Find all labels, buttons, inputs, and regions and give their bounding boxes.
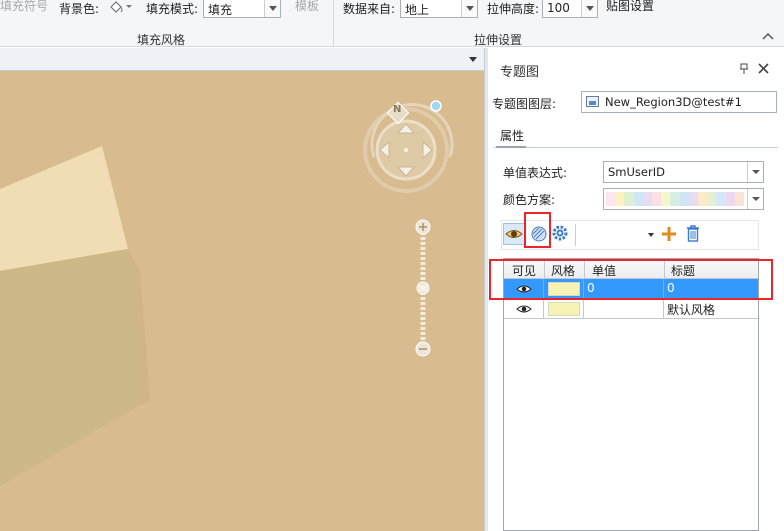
table-row[interactable]: 默认风格 [504,299,758,319]
color-ramp-swatch [633,192,643,206]
chevron-down-icon[interactable] [264,0,280,17]
fill-mode-label: 填充模式: [146,2,199,16]
delete-icon[interactable] [685,225,701,245]
extrude-height-value: 100 [547,1,570,15]
north-label-icon: N [393,104,402,115]
close-icon[interactable] [758,63,769,77]
color-ramp-swatch [688,192,699,206]
fill-mode-select[interactable]: 填充 [203,0,281,18]
ribbon: 填充符号 背景色: 填充模式: 填充 模板 填充风格 数据来自: 地上 拉伸高度… [0,0,784,47]
document-tabstrip [0,48,484,71]
extrude-height-select[interactable]: 100 [542,0,598,18]
color-ramp-swatch [606,192,616,206]
data-source-value: 地上 [405,3,430,17]
zoom-slider[interactable] [412,219,434,361]
fill-mode-value: 填充 [208,3,233,17]
color-ramp-swatch [642,192,653,206]
expression-value: SmUserID [608,165,665,179]
style-swatch[interactable] [548,302,580,316]
tab-properties[interactable]: 属性 [500,127,524,144]
color-ramp-swatch [615,192,625,206]
scene-view[interactable]: N [0,71,484,531]
color-ramp-swatch [652,192,662,206]
data-source-label: 数据来自: [343,2,396,16]
chevron-down-icon[interactable] [747,162,763,182]
tab-list-dropdown-icon[interactable] [469,57,477,62]
toolbar-separator [575,224,576,246]
group-separator [333,0,334,46]
panel-title: 专题图 [500,65,540,80]
pin-icon[interactable] [739,63,749,78]
add-icon[interactable] [661,226,677,245]
chevron-down-icon[interactable] [581,0,597,17]
chevron-down-icon[interactable] [461,0,477,17]
visibility-eye-icon[interactable] [503,223,525,245]
color-ramp-swatch [679,192,689,206]
collapse-ribbon-icon[interactable] [762,30,774,44]
fill-symbol-button[interactable]: 填充符号 [0,0,48,14]
expression-label: 单值表达式: [503,166,568,180]
color-ramp-swatch [725,192,735,206]
layer-field[interactable]: New_Region3D@test#1 [581,91,777,113]
color-ramp [606,192,745,206]
layer-value: New_Region3D@test#1 [605,95,742,109]
color-ramp-swatch [670,192,680,206]
row-caption: 默认风格 [667,303,716,317]
expression-select[interactable]: SmUserID [603,161,764,183]
settings-gear-icon[interactable] [550,223,572,245]
color-ramp-swatch [707,192,717,206]
toolbar-dropdown-icon[interactable] [648,233,654,237]
color-ramp-swatch [716,192,726,206]
properties-tab-indicator [496,146,526,148]
color-ramp-swatch [734,192,745,206]
extrude-settings-group-label: 拉伸设置 [474,33,523,47]
color-scheme-select[interactable] [603,188,764,210]
color-ramp-swatch [698,192,708,206]
layer-icon [586,96,599,107]
highlight-selected-row [489,259,773,300]
extrude-height-label: 拉伸高度: [487,2,540,16]
properties-underline [494,147,778,148]
paint-bucket-icon[interactable] [108,0,134,18]
highlight-style-button [524,212,551,248]
fill-style-group-label: 填充风格 [137,33,186,47]
bg-color-label: 背景色: [59,2,100,16]
color-scheme-label: 颜色方案: [503,193,556,207]
color-ramp-swatch [661,192,671,206]
texture-settings-button[interactable]: 贴图设置 [606,0,654,14]
data-source-select[interactable]: 地上 [400,0,478,18]
chevron-down-icon[interactable] [747,189,763,209]
template-button[interactable]: 模板 [295,0,319,14]
navigation-compass[interactable]: N [362,97,462,197]
color-ramp-swatch [624,192,634,206]
layer-label: 专题图图层: [492,97,557,111]
